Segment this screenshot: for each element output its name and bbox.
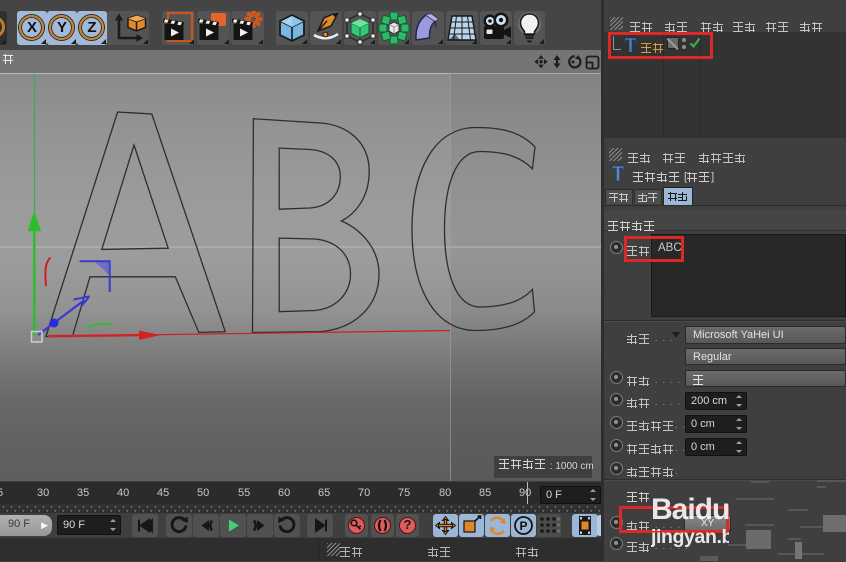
- svg-text:P: P: [519, 519, 527, 533]
